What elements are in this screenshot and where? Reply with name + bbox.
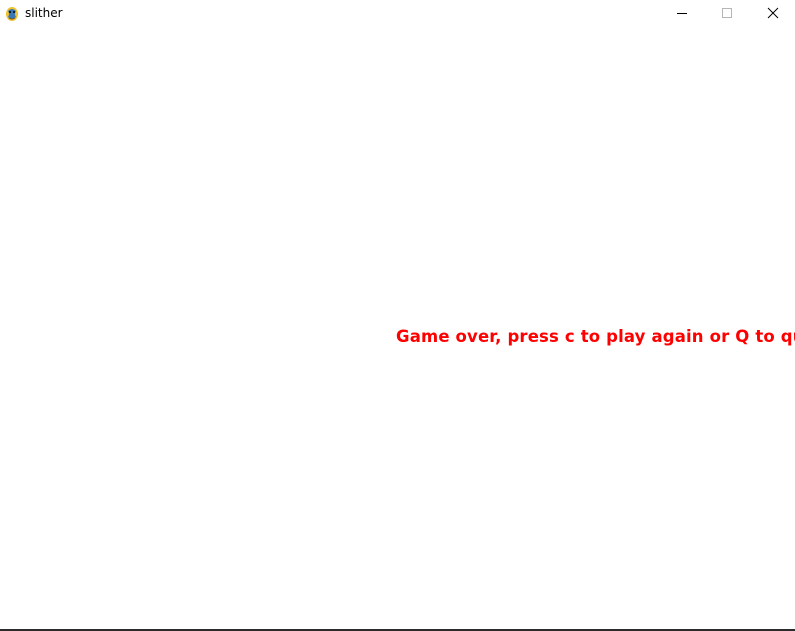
minimize-icon [677, 13, 687, 14]
game-canvas[interactable]: Game over, press c to play again or Q to… [0, 28, 795, 629]
minimize-button[interactable] [659, 0, 705, 28]
title-bar[interactable]: slither [0, 0, 795, 28]
close-button[interactable] [750, 0, 795, 28]
maximize-button[interactable] [704, 0, 750, 28]
window-title: slither [25, 6, 63, 20]
game-over-message: Game over, press c to play again or Q to… [396, 327, 795, 346]
app-window: slither Game over, press c to play again… [0, 0, 795, 631]
pygame-snake-icon [4, 5, 20, 22]
maximize-icon [722, 8, 732, 18]
close-icon [767, 7, 779, 19]
